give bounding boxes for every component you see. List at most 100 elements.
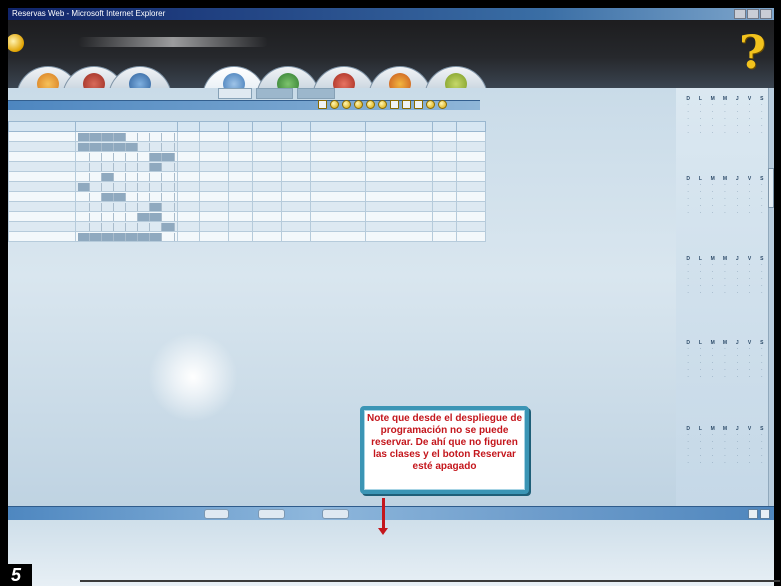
calendar-day[interactable]: · (731, 439, 743, 446)
calendar-day[interactable]: · (707, 346, 719, 353)
calendar-day[interactable]: · (756, 283, 768, 290)
calendar-day[interactable]: · (682, 276, 694, 283)
calendar-day[interactable]: · (719, 374, 731, 381)
calendar-day[interactable]: · (682, 196, 694, 203)
calendar-day[interactable]: · (719, 102, 731, 109)
calendar-day[interactable]: · (707, 123, 719, 130)
calendar-day[interactable]: · (682, 367, 694, 374)
table-row[interactable] (8, 191, 486, 202)
calendar-day[interactable]: · (694, 102, 706, 109)
calendar-day[interactable]: · (719, 189, 731, 196)
tool-icon[interactable] (342, 100, 351, 109)
calendar-day[interactable]: · (743, 203, 755, 210)
calendar-day[interactable]: · (694, 360, 706, 367)
calendar-day[interactable]: · (707, 453, 719, 460)
calendar-day[interactable]: · (719, 262, 731, 269)
calendar-day[interactable]: · (707, 269, 719, 276)
calendar-day[interactable]: · (707, 374, 719, 381)
column-header[interactable] (365, 121, 433, 132)
calendar-day[interactable]: · (682, 446, 694, 453)
calendar-day[interactable]: · (694, 367, 706, 374)
calendar-day[interactable]: · (743, 346, 755, 353)
calendar-day[interactable]: · (756, 196, 768, 203)
calendar-day[interactable]: · (756, 262, 768, 269)
table-row[interactable] (8, 171, 486, 182)
calendar-day[interactable]: · (682, 453, 694, 460)
calendar-day[interactable]: · (694, 432, 706, 439)
calendar-day[interactable]: · (743, 439, 755, 446)
calendar-day[interactable]: · (719, 269, 731, 276)
calendar-day[interactable]: · (756, 203, 768, 210)
calendar-day[interactable]: · (682, 374, 694, 381)
calendar-day[interactable]: · (707, 262, 719, 269)
calendar-day[interactable]: · (756, 446, 768, 453)
calendar-day[interactable]: · (731, 269, 743, 276)
calendar-day[interactable]: · (719, 276, 731, 283)
calendar-day[interactable]: · (682, 130, 694, 137)
tool-icon[interactable] (414, 100, 423, 109)
calendar-day[interactable]: · (731, 346, 743, 353)
calendar-day[interactable]: · (719, 367, 731, 374)
calendar-day[interactable]: · (719, 203, 731, 210)
calendar-day[interactable]: · (743, 446, 755, 453)
help-icon[interactable]: ? (739, 25, 766, 79)
tool-icon[interactable] (402, 100, 411, 109)
calendar-day[interactable]: · (743, 432, 755, 439)
calendar-day[interactable]: · (731, 262, 743, 269)
tool-icon[interactable] (366, 100, 375, 109)
calendar-day[interactable]: · (756, 346, 768, 353)
calendar-day[interactable]: · (694, 182, 706, 189)
calendar-day[interactable]: · (743, 374, 755, 381)
close-button[interactable] (760, 9, 772, 19)
calendar-day[interactable]: · (707, 182, 719, 189)
calendar-day[interactable]: · (707, 102, 719, 109)
calendar-day[interactable]: · (719, 283, 731, 290)
calendar-day[interactable]: · (719, 346, 731, 353)
calendar-day[interactable]: · (756, 460, 768, 467)
calendar-day[interactable]: · (756, 116, 768, 123)
calendar-day[interactable]: · (731, 102, 743, 109)
calendar-day[interactable]: · (731, 374, 743, 381)
calendar-day[interactable]: · (743, 367, 755, 374)
calendar-day[interactable]: · (707, 446, 719, 453)
calendar-day[interactable]: · (731, 203, 743, 210)
calendar-day[interactable]: · (756, 290, 768, 297)
calendar-day[interactable]: · (707, 210, 719, 217)
calendar-day[interactable]: · (707, 109, 719, 116)
calendar-day[interactable]: · (694, 130, 706, 137)
calendar-day[interactable]: · (731, 189, 743, 196)
calendar-day[interactable]: · (731, 123, 743, 130)
calendar-day[interactable]: · (731, 130, 743, 137)
calendar-day[interactable]: · (756, 374, 768, 381)
calendar-day[interactable]: · (694, 269, 706, 276)
calendar-day[interactable]: · (707, 276, 719, 283)
calendar-day[interactable]: · (719, 109, 731, 116)
calendar-day[interactable]: · (731, 182, 743, 189)
calendar-day[interactable]: · (694, 446, 706, 453)
calendar-day[interactable]: · (682, 210, 694, 217)
calendar-day[interactable]: · (682, 346, 694, 353)
calendar-day[interactable]: · (694, 346, 706, 353)
calendar-day[interactable]: · (756, 432, 768, 439)
calendar-day[interactable]: · (719, 446, 731, 453)
calendar-day[interactable]: · (694, 189, 706, 196)
calendar-day[interactable]: · (707, 189, 719, 196)
table-row[interactable] (8, 211, 486, 222)
calendar-day[interactable]: · (743, 262, 755, 269)
calendar-day[interactable]: · (707, 460, 719, 467)
calendar-day[interactable]: · (743, 269, 755, 276)
calendar-day[interactable]: · (707, 290, 719, 297)
subtab-2[interactable] (256, 88, 294, 99)
calendar-day[interactable]: · (719, 210, 731, 217)
action-button-2[interactable] (322, 509, 350, 519)
calendar-day[interactable]: · (694, 453, 706, 460)
calendar-day[interactable]: · (743, 109, 755, 116)
subtab-1[interactable] (218, 88, 253, 99)
calendar-day[interactable]: · (743, 283, 755, 290)
calendar-day[interactable]: · (731, 353, 743, 360)
calendar-day[interactable]: · (743, 353, 755, 360)
prev-page-button[interactable] (748, 509, 758, 519)
calendar-day[interactable]: · (719, 353, 731, 360)
calendar-day[interactable]: · (731, 290, 743, 297)
calendar-day[interactable]: · (743, 276, 755, 283)
